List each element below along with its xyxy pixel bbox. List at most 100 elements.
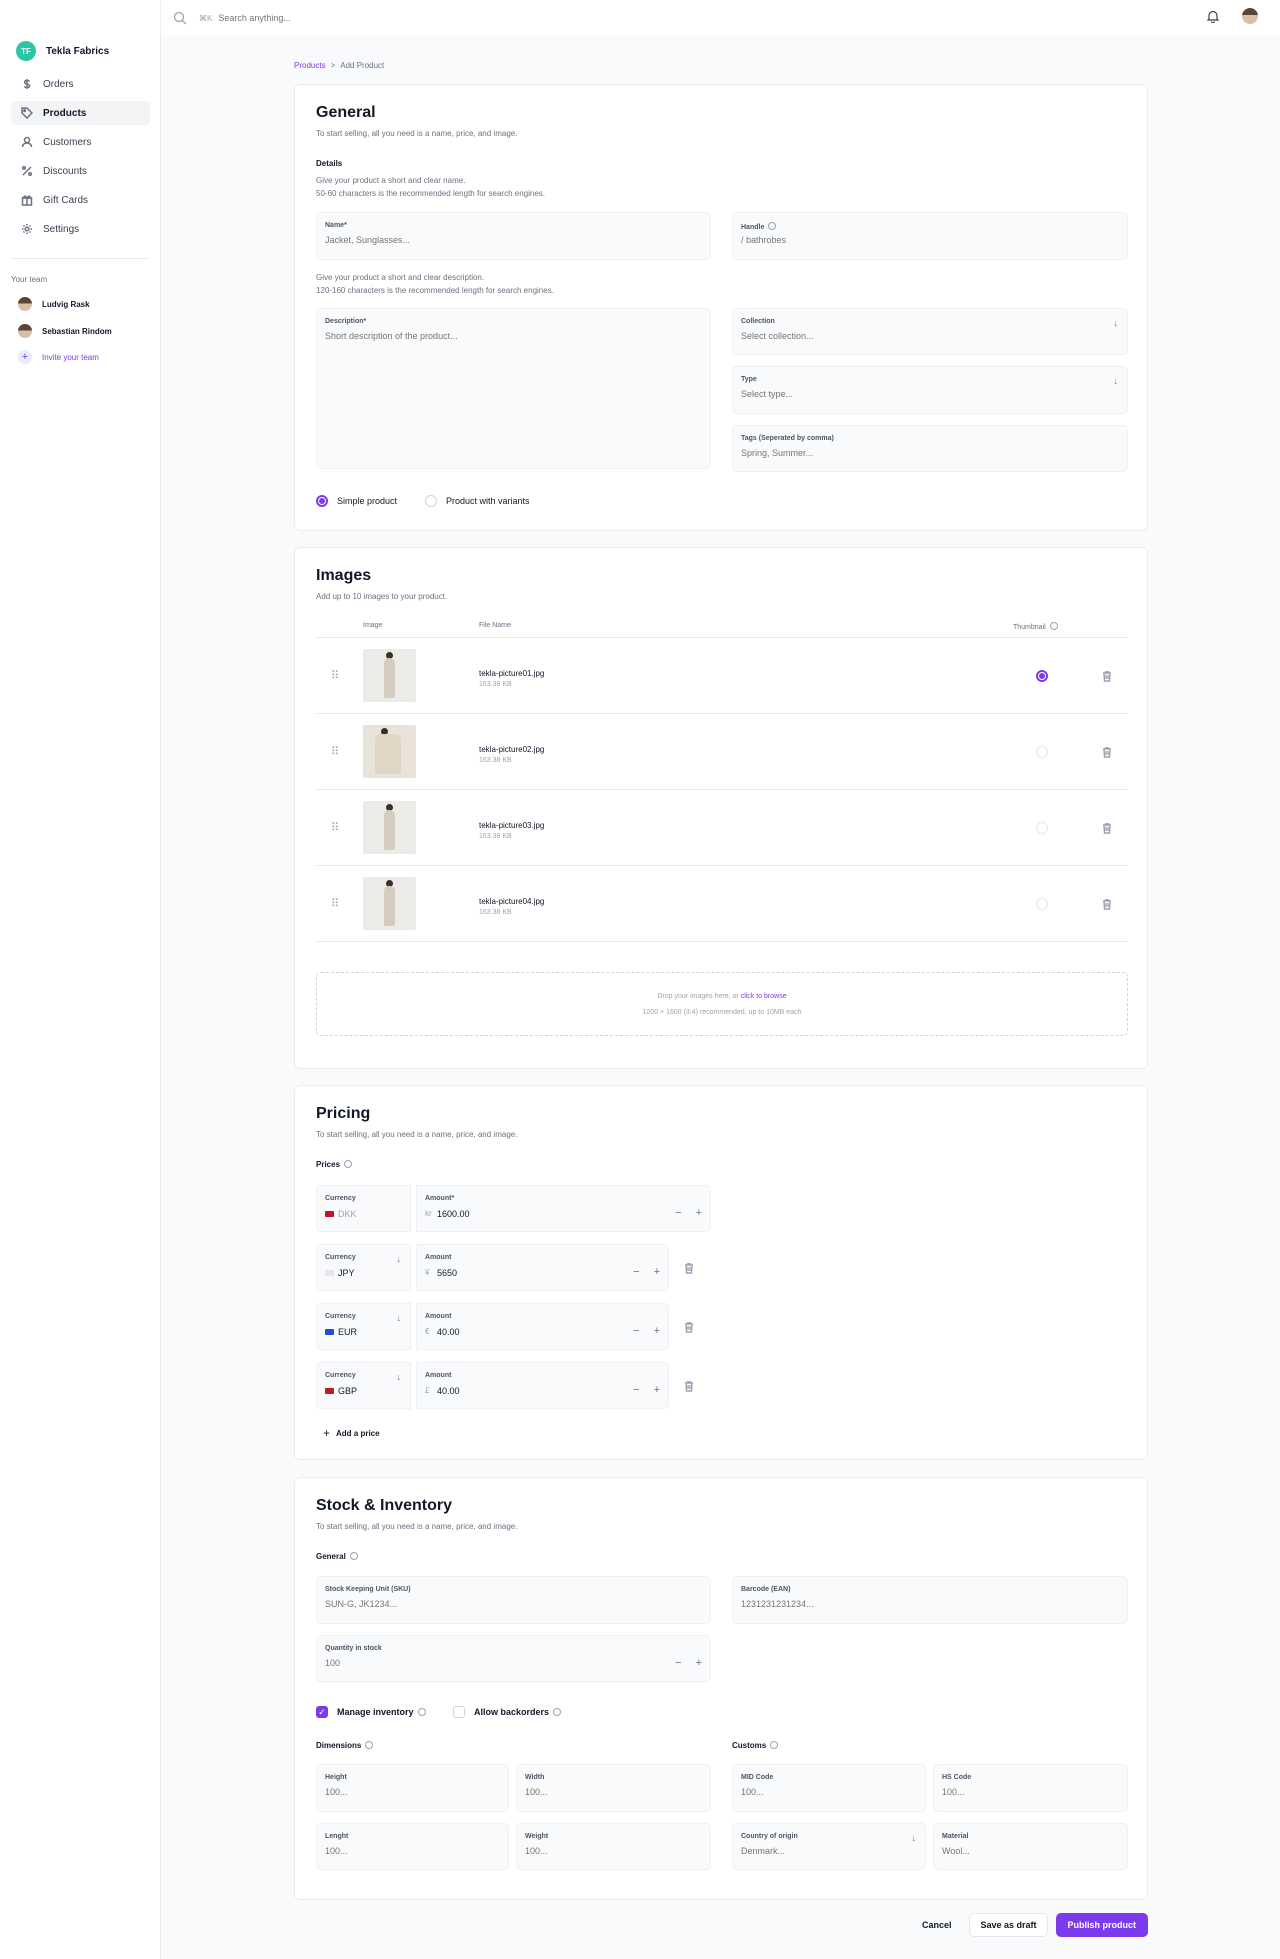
thumbnail-radio[interactable]	[1036, 746, 1048, 758]
amount-value[interactable]: 40.00	[437, 1327, 460, 1337]
trash-icon[interactable]	[683, 1262, 695, 1274]
description-input[interactable]	[325, 331, 702, 341]
minus-icon[interactable]: −	[675, 1207, 681, 1219]
team-member[interactable]: Sebastian Rindom	[18, 323, 160, 339]
country-of-origin-select[interactable]: Country of origin ↓	[732, 1823, 926, 1870]
trash-icon[interactable]	[683, 1380, 695, 1392]
trash-icon[interactable]	[1101, 898, 1113, 910]
drag-handle-icon[interactable]: ⠿	[331, 897, 339, 910]
drag-handle-icon[interactable]: ⠿	[331, 821, 339, 834]
section-subtitle: To start selling, all you need is a name…	[316, 129, 518, 138]
type-input[interactable]	[741, 389, 1119, 399]
plus-icon[interactable]: +	[654, 1266, 660, 1278]
sku-input[interactable]	[325, 1599, 702, 1609]
amount-value[interactable]: 5650	[437, 1268, 457, 1278]
drag-handle-icon[interactable]: ⠿	[331, 669, 339, 682]
mid-code-field[interactable]: MID Code	[732, 1764, 926, 1812]
bell-icon[interactable]	[1206, 9, 1220, 23]
breadcrumb-products-link[interactable]: Products	[294, 61, 326, 70]
name-input[interactable]	[325, 235, 702, 245]
material-field[interactable]: Material	[933, 1823, 1128, 1870]
tags-field[interactable]: Tags (Seperated by comma)	[732, 425, 1128, 472]
thumbnail-radio[interactable]	[1036, 898, 1048, 910]
handle-input[interactable]	[741, 235, 1119, 245]
amount-value[interactable]: 1600.00	[437, 1209, 470, 1219]
country-input[interactable]	[741, 1846, 917, 1856]
plus-icon[interactable]: +	[696, 1657, 702, 1669]
material-input[interactable]	[942, 1846, 1119, 1856]
store-switcher[interactable]: TF Tekla Fabrics	[0, 0, 160, 62]
amount-field[interactable]: Amount* kr 1600.00 − +	[416, 1185, 711, 1232]
thumbnail-radio[interactable]	[1036, 670, 1048, 682]
sidebar-item-customers[interactable]: Customers	[11, 130, 150, 154]
save-draft-button[interactable]: Save as draft	[969, 1913, 1048, 1937]
barcode-input[interactable]	[741, 1599, 1119, 1609]
invite-team-button[interactable]: + Invite your team	[18, 350, 160, 364]
minus-icon[interactable]: −	[633, 1266, 639, 1278]
sidebar-item-orders[interactable]: Orders	[11, 72, 150, 96]
minus-icon[interactable]: −	[633, 1384, 639, 1396]
field-label-text: Handle	[741, 224, 765, 231]
drag-handle-icon[interactable]: ⠿	[331, 745, 339, 758]
sku-field[interactable]: Stock Keeping Unit (SKU)	[316, 1576, 711, 1624]
search-input[interactable]	[218, 13, 519, 23]
minus-icon[interactable]: −	[675, 1657, 681, 1669]
tags-input[interactable]	[741, 448, 1119, 458]
currency-select[interactable]: Currency ↓ GBP	[316, 1362, 411, 1409]
team-member[interactable]: Ludvig Rask	[18, 296, 160, 312]
weight-input[interactable]	[525, 1846, 702, 1856]
quantity-input[interactable]	[325, 1658, 625, 1668]
plus-icon[interactable]: +	[654, 1325, 660, 1337]
trash-icon[interactable]	[683, 1321, 695, 1333]
hs-code-field[interactable]: HS Code	[933, 1764, 1128, 1812]
allow-backorders-checkbox[interactable]: Allow backorders	[453, 1706, 562, 1718]
sidebar-item-gift-cards[interactable]: Gift Cards	[11, 188, 150, 212]
sidebar-item-discounts[interactable]: Discounts	[11, 159, 150, 183]
image-dropzone[interactable]: Drop your images here, or click to brows…	[316, 972, 1128, 1036]
length-field[interactable]: Lenght	[316, 1823, 509, 1870]
trash-icon[interactable]	[1101, 746, 1113, 758]
quantity-field[interactable]: Quantity in stock −+	[316, 1635, 711, 1682]
barcode-field[interactable]: Barcode (EAN)	[732, 1576, 1128, 1624]
thumbnail-radio[interactable]	[1036, 822, 1048, 834]
collection-input[interactable]	[741, 331, 1119, 341]
cancel-button[interactable]: Cancel	[912, 1913, 962, 1937]
plus-icon[interactable]: +	[654, 1384, 660, 1396]
amount-field[interactable]: Amount £ 40.00 − +	[416, 1362, 669, 1409]
length-input[interactable]	[325, 1846, 500, 1856]
minus-icon[interactable]: −	[633, 1325, 639, 1337]
dropzone-label: Drop your images here, or	[657, 993, 739, 1000]
simple-product-radio[interactable]: Simple product	[316, 495, 397, 507]
manage-inventory-checkbox[interactable]: ✓ Manage inventory	[316, 1706, 426, 1718]
amount-field[interactable]: Amount ¥ 5650 − +	[416, 1244, 669, 1291]
amount-value[interactable]: 40.00	[437, 1386, 460, 1396]
height-field[interactable]: Height	[316, 1764, 509, 1812]
plus-icon[interactable]: +	[696, 1207, 702, 1219]
add-price-button[interactable]: + Add a price	[323, 1426, 380, 1440]
sidebar-item-settings[interactable]: Settings	[11, 217, 150, 241]
plus-icon: +	[18, 350, 32, 364]
handle-field[interactable]: Handle	[732, 212, 1128, 260]
variants-product-radio[interactable]: Product with variants	[425, 495, 530, 507]
mid-code-input[interactable]	[741, 1787, 917, 1797]
checkbox-unchecked	[453, 1706, 465, 1718]
width-input[interactable]	[525, 1787, 702, 1797]
browse-link[interactable]: click to browse	[741, 993, 787, 1000]
name-field[interactable]: Name*	[316, 212, 711, 260]
publish-product-button[interactable]: Publish product	[1055, 1913, 1148, 1937]
sidebar-item-products[interactable]: Products	[11, 101, 150, 125]
trash-icon[interactable]	[1101, 670, 1113, 682]
currency-select[interactable]: Currency ↓ EUR	[316, 1303, 411, 1350]
collection-select[interactable]: Collection ↓	[732, 308, 1128, 355]
width-field[interactable]: Width	[516, 1764, 711, 1812]
amount-field[interactable]: Amount € 40.00 − +	[416, 1303, 669, 1350]
currency-select[interactable]: Currency ↓ JPY	[316, 1244, 411, 1291]
description-field[interactable]: Description*	[316, 308, 711, 469]
height-input[interactable]	[325, 1787, 500, 1797]
trash-icon[interactable]	[1101, 822, 1113, 834]
flag-icon	[325, 1270, 334, 1276]
avatar[interactable]	[1242, 8, 1258, 24]
type-select[interactable]: Type ↓	[732, 366, 1128, 414]
hs-code-input[interactable]	[942, 1787, 1119, 1797]
weight-field[interactable]: Weight	[516, 1823, 711, 1870]
